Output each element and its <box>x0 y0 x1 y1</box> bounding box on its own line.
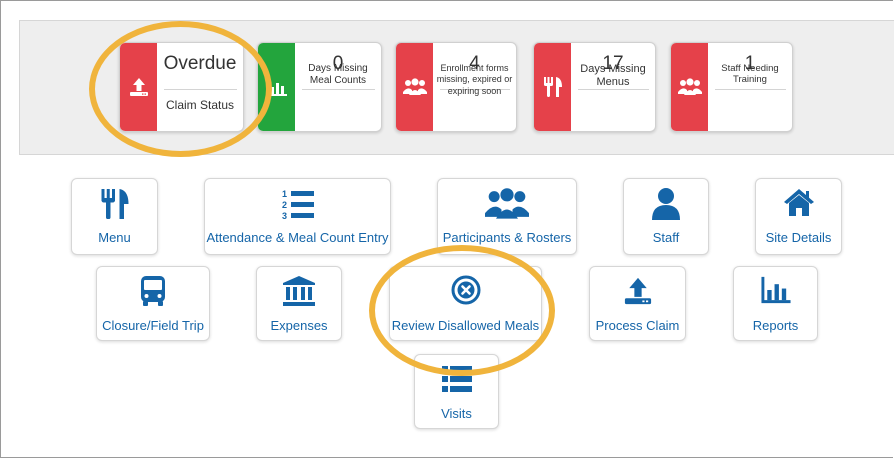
bus-icon <box>141 276 165 306</box>
closure-field-trip-tile[interactable]: Closure/Field Trip <box>96 266 210 341</box>
days-missing-menus-card[interactable]: 17 Days Missing Menus <box>533 42 656 132</box>
menus-strip <box>534 43 571 131</box>
expenses-label: Expenses <box>270 318 328 333</box>
training-label: Staff Needing Training <box>721 63 779 86</box>
fork-knife-icon <box>101 189 128 219</box>
attendance-meal-count-tile[interactable]: 1 2 3 Attendance & Meal Count Entry <box>204 178 391 255</box>
meal-counts-label: Days Missing Meal Counts <box>308 63 368 86</box>
users-icon <box>485 188 529 219</box>
meal-counts-strip <box>258 43 295 131</box>
site-details-label: Site Details <box>765 230 832 245</box>
training-strip <box>671 43 708 131</box>
enrollment-forms-card[interactable]: 4 Enrollment forms missing, expired or e… <box>395 42 517 132</box>
card-divider <box>164 89 237 90</box>
claim-status-label: Claim Status <box>165 98 235 112</box>
visits-tile[interactable]: Visits <box>414 354 499 429</box>
svg-text:2: 2 <box>282 200 287 210</box>
numbered-list-icon: 1 2 3 <box>282 189 314 221</box>
circle-x-icon <box>451 275 480 305</box>
claim-status-card[interactable]: Overdue Claim Status <box>119 42 244 132</box>
process-claim-tile[interactable]: Process Claim <box>589 266 686 341</box>
reports-tile[interactable]: Reports <box>733 266 818 341</box>
reports-label: Reports <box>752 318 799 333</box>
home-icon <box>783 189 814 216</box>
participants-rosters-tile[interactable]: Participants & Rosters <box>437 178 577 255</box>
users-icon <box>402 78 427 95</box>
svg-text:3: 3 <box>282 211 287 221</box>
site-details-tile[interactable]: Site Details <box>755 178 842 255</box>
bar-chart-icon <box>760 276 791 304</box>
fork-knife-icon <box>543 77 562 97</box>
menu-tile[interactable]: Menu <box>71 178 158 255</box>
staff-label: Staff <box>652 230 680 245</box>
svg-text:1: 1 <box>282 189 287 199</box>
upload-tray-icon <box>624 277 651 305</box>
upload-tray-icon <box>129 78 148 96</box>
process-claim-label: Process Claim <box>595 318 680 333</box>
staff-tile[interactable]: Staff <box>623 178 709 255</box>
bank-icon <box>283 276 315 306</box>
review-disallowed-meals-tile[interactable]: Review Disallowed Meals <box>389 266 542 341</box>
user-icon <box>652 188 680 220</box>
users-icon <box>677 78 702 95</box>
menu-label: Menu <box>98 230 131 245</box>
enrollment-label: Enrollment forms missing, expired or exp… <box>436 63 513 96</box>
staff-needing-training-card[interactable]: 1 Staff Needing Training <box>670 42 793 132</box>
review-disallowed-label: Review Disallowed Meals <box>391 318 540 333</box>
closure-label: Closure/Field Trip <box>102 318 204 333</box>
visits-label: Visits <box>441 406 472 421</box>
list-icon <box>441 366 472 392</box>
expenses-tile[interactable]: Expenses <box>256 266 342 341</box>
enrollment-strip <box>396 43 433 131</box>
menus-label: Days Missing Menus <box>580 63 646 89</box>
attendance-label: Attendance & Meal Count Entry <box>206 230 389 245</box>
claim-status-strip <box>120 43 157 131</box>
days-missing-meal-counts-card[interactable]: 0 Days Missing Meal Counts <box>257 42 382 132</box>
card-divider <box>715 89 786 90</box>
claim-status-value: Overdue <box>163 53 237 74</box>
bar-chart-icon <box>266 78 287 96</box>
participants-label: Participants & Rosters <box>442 230 572 245</box>
card-divider <box>302 89 375 90</box>
